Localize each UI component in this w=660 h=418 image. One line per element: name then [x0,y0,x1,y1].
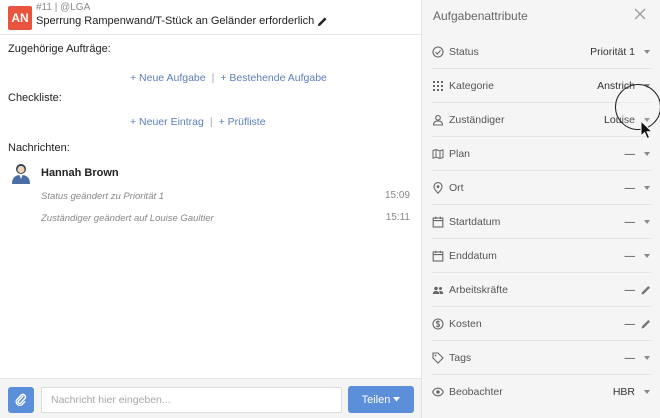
attr-value: HBR [612,386,635,398]
location-pin-icon [433,182,443,194]
attr-row-costs[interactable]: Kosten — [422,307,660,341]
messages-title: Nachrichten: [8,142,70,154]
attr-label: Startdatum [449,216,501,228]
attr-value: Priorität 1 [590,46,635,58]
chevron-down-icon[interactable] [644,186,650,190]
people-icon [432,286,444,294]
close-icon[interactable] [634,8,646,20]
chevron-down-icon[interactable] [644,254,650,258]
attr-label: Status [449,46,479,58]
attr-row-plan[interactable]: Plan — [422,137,660,171]
pencil-icon[interactable] [640,318,652,330]
tag-icon [432,352,444,364]
user-avatar [12,164,30,184]
message-time: 15:11 [385,212,410,223]
attr-row-watchers[interactable]: Beobachter HBR [422,375,660,409]
attr-value: — [624,318,636,330]
attr-row-workers[interactable]: Arbeitskräfte — [422,273,660,307]
task-title[interactable]: Sperrung Rampenwand/T-Stück an Geländer … [36,15,314,27]
attr-value: — [624,250,636,262]
attr-label: Tags [449,352,472,364]
attr-value: — [624,352,636,364]
chevron-down-icon[interactable] [644,50,650,54]
eye-icon [432,387,444,397]
calendar-icon [432,216,444,228]
message-text: Status geändert zu Priorität 1 [41,191,165,202]
attr-label: Enddatum [449,250,497,262]
task-attributes-panel: Aufgabenattribute Status Priorität 1 Kat… [421,0,660,418]
attr-value: — [624,284,636,296]
attr-row-start-date[interactable]: Startdatum — [422,205,660,239]
attr-label: Kosten [449,318,482,330]
chevron-down-icon[interactable] [644,220,650,224]
attr-row-tags[interactable]: Tags — [422,341,660,375]
map-icon [432,148,444,160]
new-task-link[interactable]: + Neue Aufgabe [130,72,206,84]
calendar-icon [432,250,444,262]
task-title-row: Sperrung Rampenwand/T-Stück an Geländer … [36,15,328,27]
task-meta: #11 | @LGA [36,2,91,13]
attr-row-status[interactable]: Status Priorität 1 [422,35,660,69]
new-entry-link[interactable]: + Neuer Eintrag [130,116,204,128]
chevron-down-icon[interactable] [644,152,650,156]
person-icon [432,114,444,126]
attach-button[interactable] [8,387,34,413]
related-orders-title: Zugehörige Aufträge: [8,43,111,55]
checklist-links: + Neuer Eintrag | + Prüfliste [130,116,266,128]
message-time: 15:09 [384,190,410,201]
existing-task-link[interactable]: + Bestehende Aufgabe [220,72,327,84]
edit-pencil-icon[interactable] [317,16,328,27]
attr-label: Kategorie [449,80,494,92]
attr-row-end-date[interactable]: Enddatum — [422,239,660,273]
checklist-link[interactable]: + Prüfliste [219,116,266,128]
message-text: Zuständiger geändert auf Louise Gaultier [41,213,214,224]
share-button-label: Teilen [361,393,391,406]
message-composer: Teilen [0,378,421,418]
message-author: Hannah Brown [41,167,119,179]
attr-label: Ort [449,182,464,194]
attr-label: Beobachter [449,386,503,398]
attr-label: Arbeitskräfte [449,284,508,296]
attr-row-location[interactable]: Ort — [422,171,660,205]
panel-title: Aufgabenattribute [433,9,528,23]
grid-icon [433,81,443,91]
link-separator: | [209,116,213,128]
check-circle-icon [432,46,444,58]
task-detail-pane: AN #11 | @LGA Sperrung Rampenwand/T-Stüc… [0,0,421,418]
dollar-circle-icon [432,318,444,330]
mouse-cursor-icon [640,120,654,140]
attr-label: Plan [449,148,471,160]
attr-value: — [624,182,636,194]
pencil-icon[interactable] [640,284,652,296]
message-input[interactable] [41,387,342,413]
paperclip-icon [15,393,27,406]
attr-label: Zuständiger [449,114,505,126]
chevron-down-icon[interactable] [644,390,650,394]
checklist-title: Checkliste: [8,92,62,104]
chevron-down-icon [393,397,401,402]
chevron-down-icon[interactable] [644,356,650,360]
attr-value: — [624,148,636,160]
task-header: AN #11 | @LGA Sperrung Rampenwand/T-Stüc… [0,0,421,35]
link-separator: | [211,72,215,84]
project-badge: AN [8,6,32,30]
related-orders-links: + Neue Aufgabe | + Bestehende Aufgabe [130,72,327,84]
share-button[interactable]: Teilen [348,386,414,413]
attr-value: — [624,216,636,228]
